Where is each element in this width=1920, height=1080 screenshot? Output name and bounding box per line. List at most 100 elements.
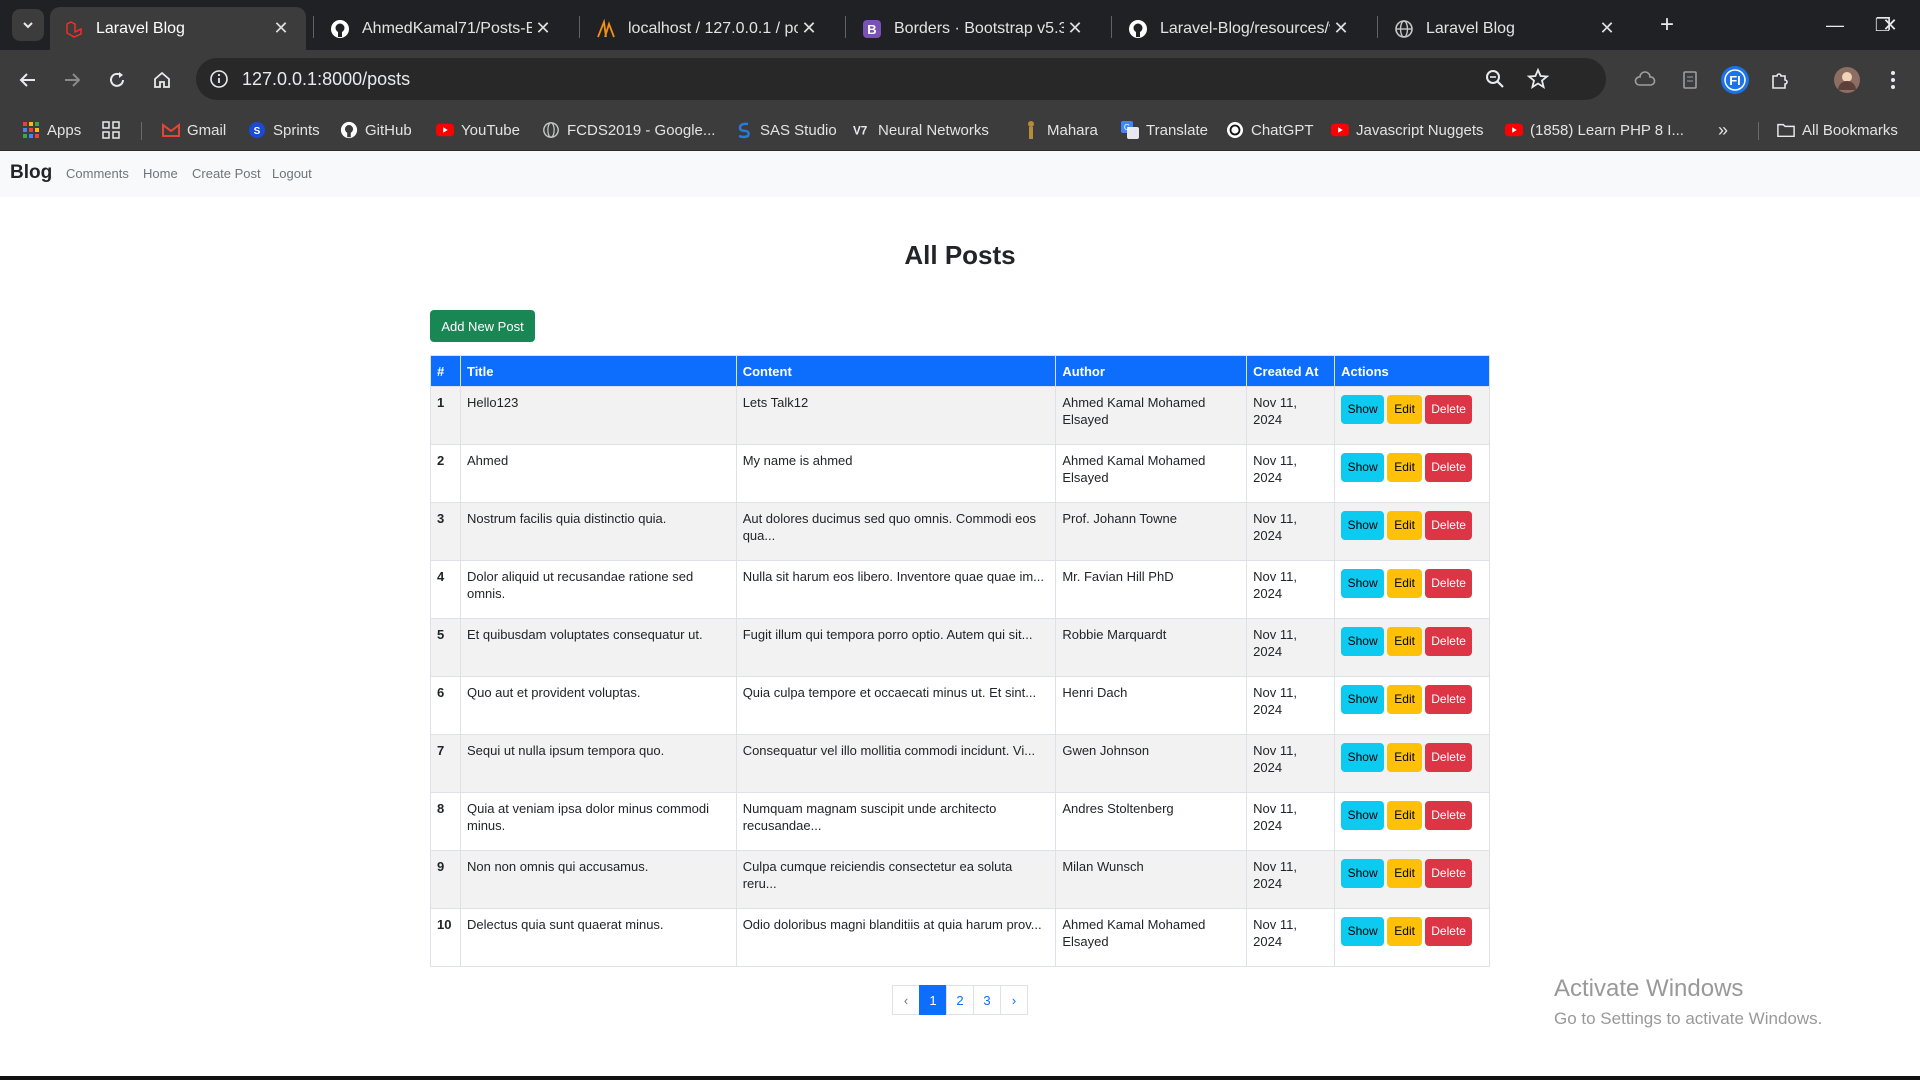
tab-phpmyadmin[interactable]: localhost / 127.0.0.1 / posts ✕ xyxy=(582,7,834,50)
edit-button[interactable]: Edit xyxy=(1387,859,1423,888)
delete-button[interactable]: Delete xyxy=(1425,511,1473,540)
nav-link-logout[interactable]: Logout xyxy=(272,166,312,181)
close-tab-icon[interactable]: ✕ xyxy=(1596,18,1618,39)
delete-button[interactable]: Delete xyxy=(1425,801,1473,830)
star-icon[interactable] xyxy=(1526,67,1550,96)
nav-link-create-post[interactable]: Create Post xyxy=(192,166,261,181)
reload-button[interactable] xyxy=(99,62,135,98)
tab-title: localhost / 127.0.0.1 / posts xyxy=(628,19,798,37)
all-bookmarks-button[interactable]: All Bookmarks xyxy=(1777,118,1898,142)
table-row: 9 Non non omnis qui accusamus. Culpa cumqu… xyxy=(430,850,1490,909)
edit-button[interactable]: Edit xyxy=(1387,917,1423,946)
cell-id: 1 xyxy=(430,386,461,445)
delete-button[interactable]: Delete xyxy=(1425,395,1473,424)
bookmark-chatgpt[interactable]: ChatGPT xyxy=(1226,118,1314,142)
bookmark-tab-groups[interactable] xyxy=(102,118,127,142)
pagination-prev[interactable]: ‹ xyxy=(892,985,920,1015)
navbar-brand[interactable]: Blog xyxy=(10,162,52,184)
pagination-page-1[interactable]: 1 xyxy=(919,985,947,1015)
address-bar[interactable]: 127.0.0.1:8000/posts xyxy=(196,58,1606,100)
zoom-icon[interactable] xyxy=(1484,68,1506,95)
bookmark-gmail[interactable]: Gmail xyxy=(162,118,226,142)
bookmark-learn-php[interactable]: (1858) Learn PHP 8 I... xyxy=(1505,118,1684,142)
show-button[interactable]: Show xyxy=(1341,801,1385,830)
extension-button[interactable] xyxy=(1672,62,1708,98)
bookmark-neural-networks[interactable]: V7 Neural Networks xyxy=(853,118,989,142)
bookmark-label: Translate xyxy=(1146,121,1208,139)
home-button[interactable] xyxy=(144,62,180,98)
edit-button[interactable]: Edit xyxy=(1387,569,1423,598)
show-button[interactable]: Show xyxy=(1341,453,1385,482)
delete-button[interactable]: Delete xyxy=(1425,685,1473,714)
delete-button[interactable]: Delete xyxy=(1425,743,1473,772)
show-button[interactable]: Show xyxy=(1341,917,1385,946)
tab-github-posts-blog[interactable]: AhmedKamal71/Posts-Blog ✕ xyxy=(316,7,568,50)
bookmark-mahara[interactable]: Mahara xyxy=(1022,118,1098,142)
show-button[interactable]: Show xyxy=(1341,569,1385,598)
bookmark-translate[interactable]: G Translate xyxy=(1121,118,1208,142)
bookmark-sas-studio[interactable]: SAS Studio xyxy=(735,118,837,142)
gmail-icon xyxy=(162,121,180,139)
extension-button[interactable]: FI xyxy=(1717,62,1753,98)
show-button[interactable]: Show xyxy=(1341,859,1385,888)
home-icon xyxy=(154,71,170,88)
bookmark-sprints[interactable]: S Sprints xyxy=(248,118,320,142)
edit-button[interactable]: Edit xyxy=(1387,743,1423,772)
tab-bootstrap-borders[interactable]: B Borders · Bootstrap v5.3 ✕ xyxy=(848,7,1100,50)
show-button[interactable]: Show xyxy=(1341,627,1385,656)
nav-link-comments[interactable]: Comments xyxy=(66,166,129,181)
close-tab-icon[interactable]: ✕ xyxy=(798,18,820,39)
tab-search-button[interactable] xyxy=(12,9,44,41)
translate-icon: G xyxy=(1121,121,1139,139)
reload-icon xyxy=(110,72,124,87)
tab-laravel-blog-2[interactable]: Laravel Blog ✕ xyxy=(1380,7,1632,50)
pagination-page-3[interactable]: 3 xyxy=(973,985,1001,1015)
new-tab-button[interactable]: + xyxy=(1652,10,1682,40)
extension-button[interactable] xyxy=(1627,62,1663,98)
profile-button[interactable] xyxy=(1829,62,1865,98)
show-button[interactable]: Show xyxy=(1341,743,1385,772)
edit-button[interactable]: Edit xyxy=(1387,395,1423,424)
show-button[interactable]: Show xyxy=(1341,685,1385,714)
add-new-post-button[interactable]: Add New Post xyxy=(430,310,535,342)
bookmark-javascript-nuggets[interactable]: Javascript Nuggets xyxy=(1331,118,1484,142)
nav-link-home[interactable]: Home xyxy=(143,166,178,181)
show-button[interactable]: Show xyxy=(1341,395,1385,424)
back-button[interactable] xyxy=(10,62,46,98)
cell-actions: Show Edit Delete xyxy=(1334,444,1490,503)
delete-button[interactable]: Delete xyxy=(1425,453,1473,482)
bookmark-apps[interactable]: Apps xyxy=(22,118,81,142)
close-tab-icon[interactable]: ✕ xyxy=(1330,18,1352,39)
pagination-next[interactable]: › xyxy=(1000,985,1028,1015)
close-tab-icon[interactable]: ✕ xyxy=(1064,18,1086,39)
bookmark-label: Sprints xyxy=(273,121,320,139)
info-icon[interactable] xyxy=(208,68,230,90)
cell-actions: Show Edit Delete xyxy=(1334,908,1490,967)
extensions-button[interactable] xyxy=(1762,62,1798,98)
delete-button[interactable]: Delete xyxy=(1425,627,1473,656)
sas-icon xyxy=(735,121,753,139)
bookmark-github[interactable]: GitHub xyxy=(340,118,412,142)
tab-laravel-blog[interactable]: Laravel Blog ✕ xyxy=(50,7,306,50)
close-tab-icon[interactable]: ✕ xyxy=(270,18,292,39)
tab-github-laravel-blog[interactable]: Laravel-Blog/resources/views ✕ xyxy=(1114,7,1366,50)
cell-title: Ahmed xyxy=(459,444,737,503)
bookmark-youtube[interactable]: YouTube xyxy=(436,118,520,142)
delete-button[interactable]: Delete xyxy=(1425,917,1473,946)
delete-button[interactable]: Delete xyxy=(1425,859,1473,888)
more-bookmarks-button[interactable]: » xyxy=(1718,118,1728,142)
delete-button[interactable]: Delete xyxy=(1425,569,1473,598)
edit-button[interactable]: Edit xyxy=(1387,511,1423,540)
bookmark-fcds2019[interactable]: FCDS2019 - Google... xyxy=(542,118,715,142)
edit-button[interactable]: Edit xyxy=(1387,685,1423,714)
show-button[interactable]: Show xyxy=(1341,511,1385,540)
close-window-button[interactable]: ✕ xyxy=(1860,0,1920,50)
forward-button[interactable] xyxy=(54,62,90,98)
cell-created-at: Nov 11, 2024 xyxy=(1246,386,1336,445)
edit-button[interactable]: Edit xyxy=(1387,627,1423,656)
edit-button[interactable]: Edit xyxy=(1387,453,1423,482)
close-tab-icon[interactable]: ✕ xyxy=(532,18,554,39)
edit-button[interactable]: Edit xyxy=(1387,801,1423,830)
pagination-page-2[interactable]: 2 xyxy=(946,985,974,1015)
menu-button[interactable] xyxy=(1875,62,1911,98)
